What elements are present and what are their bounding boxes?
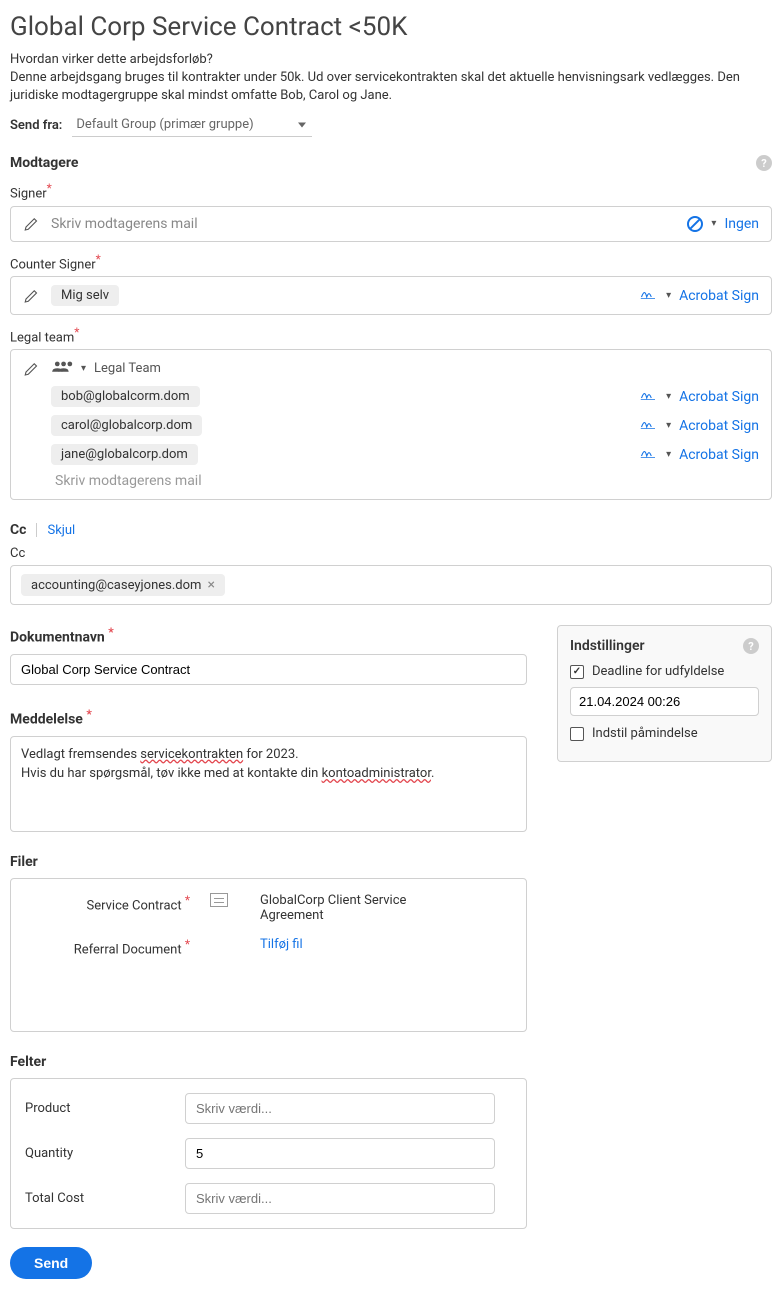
signer-placeholder: Skriv modtagerens mail [51, 216, 677, 232]
document-icon [210, 893, 228, 907]
field-total-input[interactable] [185, 1183, 495, 1214]
fields-title: Felter [10, 1054, 527, 1070]
pen-icon [23, 215, 41, 233]
docname-input[interactable] [10, 654, 527, 685]
signature-icon [640, 446, 658, 464]
close-icon[interactable]: × [207, 577, 214, 593]
file-name: GlobalCorp Client Service Agreement [260, 893, 460, 923]
pen-icon [23, 287, 41, 305]
chevron-down-icon[interactable]: ▾ [666, 420, 671, 431]
group-icon [51, 360, 73, 376]
settings-title: Indstillinger [570, 638, 645, 654]
signature-icon [640, 287, 658, 305]
legal-member-row: jane@globalcorp.dom ▾ Acrobat Sign [51, 444, 759, 465]
legal-member-email: jane@globalcorp.dom [51, 444, 198, 465]
signer-input-row[interactable]: Skriv modtagerens mail ▾ Ingen [10, 206, 772, 242]
signer-status[interactable]: Ingen [724, 216, 759, 232]
signature-icon [640, 417, 658, 435]
field-total-label: Total Cost [25, 1191, 165, 1206]
settings-panel: Indstillinger ? Deadline for udfyldelse … [557, 625, 772, 762]
field-product-input[interactable] [185, 1093, 495, 1124]
reminder-checkbox-row[interactable]: Indstil påmindelse [570, 726, 759, 741]
legal-member-email: carol@globalcorp.dom [51, 415, 202, 436]
cc-input-box[interactable]: accounting@caseyjones.dom × [10, 565, 772, 605]
help-icon[interactable]: ? [756, 155, 772, 171]
checkbox-icon[interactable] [570, 727, 584, 741]
pen-icon [23, 367, 41, 382]
chevron-down-icon[interactable]: ▾ [666, 449, 671, 460]
legal-team-label: Legal team* [10, 325, 772, 345]
files-box: Service Contract * GlobalCorp Client Ser… [10, 878, 527, 1032]
docname-label: Dokumentnavn * [10, 625, 527, 646]
counter-signer-row[interactable]: Mig selv ▾ Acrobat Sign [10, 276, 772, 315]
field-product-label: Product [25, 1101, 165, 1116]
send-from-select[interactable]: Default Group (primær gruppe) [72, 113, 312, 137]
cc-field-label: Cc [10, 546, 772, 561]
counter-signer-label: Counter Signer* [10, 252, 772, 272]
legal-member-status[interactable]: Acrobat Sign [679, 418, 759, 434]
send-button[interactable]: Send [10, 1247, 92, 1279]
legal-add-placeholder[interactable]: Skriv modtagerens mail [51, 473, 759, 489]
legal-member-row: carol@globalcorp.dom ▾ Acrobat Sign [51, 415, 759, 436]
legal-team-box: ▾ Legal Team bob@globalcorm.dom ▾ Acroba… [10, 349, 772, 500]
chevron-down-icon[interactable]: ▾ [81, 363, 86, 374]
counter-signer-chip: Mig selv [51, 285, 119, 306]
field-quantity-label: Quantity [25, 1146, 165, 1161]
send-from-label: Send fra: [10, 118, 62, 133]
none-icon [687, 216, 703, 232]
file-row: Service Contract * GlobalCorp Client Ser… [25, 893, 512, 923]
divider [36, 523, 37, 537]
deadline-checkbox-row[interactable]: Deadline for udfyldelse [570, 664, 759, 679]
file-row: Referral Document * Tilføj fil [25, 937, 512, 957]
message-textarea[interactable]: Vedlagt fremsendes servicekontrakten for… [10, 736, 527, 832]
add-file-link[interactable]: Tilføj fil [260, 937, 460, 957]
recipients-title: Modtagere [10, 155, 78, 171]
help-icon[interactable]: ? [743, 638, 759, 654]
message-label: Meddelelse * [10, 707, 527, 728]
cc-label: Cc [10, 522, 26, 538]
chevron-down-icon[interactable]: ▾ [666, 391, 671, 402]
workflow-description: Denne arbejdsgang bruges til kontrakter … [10, 69, 772, 105]
fields-box: Product Quantity Total Cost [10, 1078, 527, 1229]
chevron-down-icon[interactable]: ▾ [711, 218, 716, 229]
files-title: Filer [10, 854, 527, 870]
cc-chip: accounting@caseyjones.dom × [21, 574, 225, 596]
page-title: Global Corp Service Contract <50K [10, 12, 772, 42]
legal-group-name: Legal Team [94, 361, 161, 376]
counter-signer-status[interactable]: Acrobat Sign [679, 288, 759, 304]
cc-hide-link[interactable]: Skjul [47, 523, 75, 538]
chevron-down-icon[interactable]: ▾ [666, 290, 671, 301]
legal-member-status[interactable]: Acrobat Sign [679, 447, 759, 463]
signer-label: Signer* [10, 181, 772, 201]
signature-icon [640, 388, 658, 406]
legal-member-email: bob@globalcorm.dom [51, 386, 200, 407]
checkbox-checked-icon[interactable] [570, 665, 584, 679]
field-quantity-input[interactable] [185, 1138, 495, 1169]
legal-member-row: bob@globalcorm.dom ▾ Acrobat Sign [51, 386, 759, 407]
deadline-input[interactable] [570, 687, 759, 716]
legal-member-status[interactable]: Acrobat Sign [679, 389, 759, 405]
workflow-question: Hvordan virker dette arbejdsforløb? [10, 52, 772, 67]
